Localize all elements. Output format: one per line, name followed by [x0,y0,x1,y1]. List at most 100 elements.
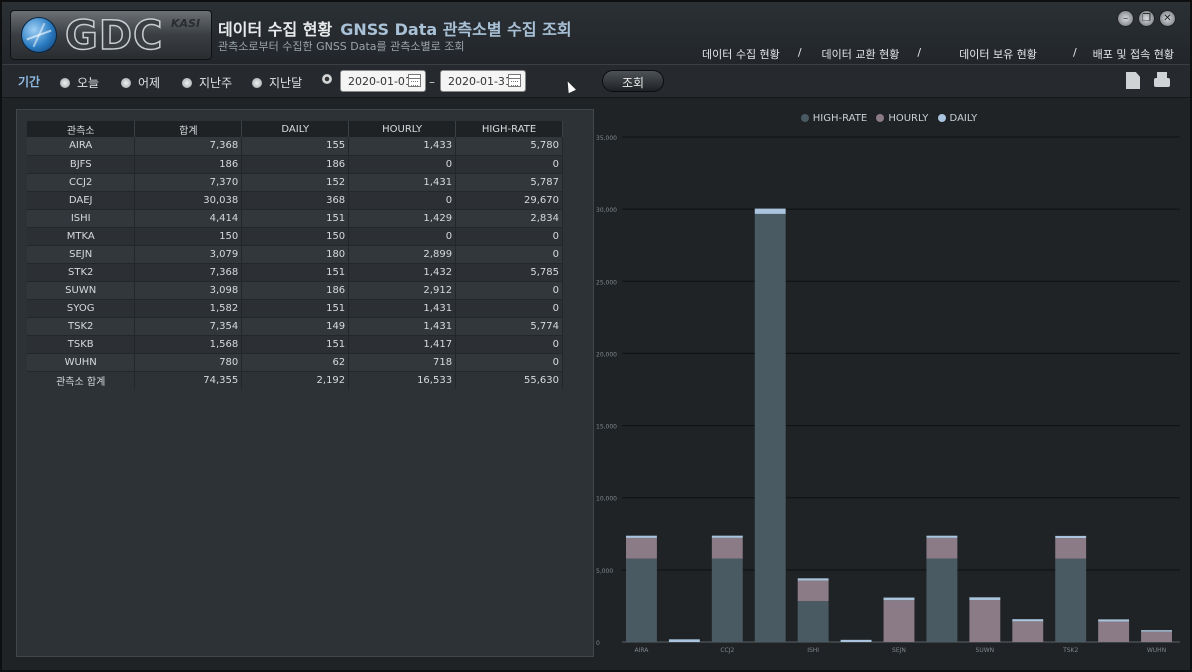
column-header-high-rate[interactable]: HIGH-RATE [455,121,563,137]
table-row[interactable]: WUHN 780 62 718 0 [27,353,563,372]
cell-station: DAEJ [27,191,136,210]
x-tick-label: SUWN [976,647,995,654]
radio-last-month[interactable]: 지난달 [252,74,302,91]
cell-total: 30,038 [134,191,243,210]
close-icon[interactable]: ✕ [1159,10,1176,27]
gdc-logo[interactable]: GDC KASI [10,10,212,60]
station-table: 관측소 합계 DAILY HOURLY HIGH-RATE AIRA 7,368 1… [27,121,563,389]
radio-last-week[interactable]: 지난주 [182,74,232,91]
radio-icon [60,77,70,88]
calendar-icon[interactable] [508,74,521,87]
bar-daily-syog [1012,619,1044,622]
table-row[interactable]: DAEJ 30,038 368 0 29,670 [27,191,563,210]
cell-total: 4,414 [134,209,243,228]
cell-total: 3,098 [134,281,243,300]
minimize-icon[interactable]: – [1117,10,1134,27]
radio-yesterday[interactable]: 어제 [121,74,160,91]
date-to-field[interactable]: 2020-01-31 [440,70,526,92]
cell-station: BJFS [27,155,136,174]
calendar-icon[interactable] [408,74,421,87]
nav-item-holdings[interactable]: 데이터 보유 현황 [959,46,1037,62]
printer-icon[interactable] [1154,72,1170,89]
cell-daily: 186 [241,281,350,300]
cell-daily: 151 [241,209,350,228]
radio-icon [121,77,131,88]
cell-high-rate: 5,780 [455,137,563,156]
table-row[interactable]: SUWN 3,098 186 2,912 0 [27,281,563,300]
radio-icon [182,77,192,88]
cell-high-rate: 2,834 [455,209,563,228]
document-export-icon[interactable] [1126,72,1140,89]
page-description: 관측소로부터 수집한 GNSS Data를 관측소별로 조회 [218,40,465,53]
nav-item-distribution[interactable]: 배포 및 접속 현황 [1093,46,1174,62]
bar-hourly-tskb [1098,621,1130,642]
bar-daily-ccj2 [711,535,743,538]
cell-daily: 151 [241,263,350,282]
y-tick-label: 35,000 [596,135,617,142]
x-tick-label: CCJ2 [720,647,734,654]
cell-station: SYOG [27,299,136,318]
table-header-row: 관측소 합계 DAILY HOURLY HIGH-RATE [27,121,563,137]
table-row[interactable]: BJFS 186 186 0 0 [27,155,563,174]
x-tick-label: TSK2 [1062,647,1078,654]
date-from-value: 2020-01-01 [348,75,412,88]
cell-daily: 180 [241,245,350,264]
nav-item-collection[interactable]: 데이터 수집 현황 [702,46,780,62]
total-cell-high-rate: 55,630 [455,371,563,389]
bar-daily-ishi [797,578,829,581]
total-cell-daily: 2,192 [241,371,350,389]
bar-high-rate-tsk2 [1055,558,1087,642]
cell-station: WUHN [27,353,136,372]
logo-text: GDC [64,12,164,60]
cell-high-rate: 29,670 [455,191,563,210]
cell-hourly: 1,433 [348,137,457,156]
cell-station: CCJ2 [27,173,136,192]
cell-station: MTKA [27,227,136,246]
cell-total: 150 [134,227,243,246]
cell-total: 7,368 [134,263,243,282]
cell-high-rate: 5,787 [455,173,563,192]
search-button[interactable]: 조회 [602,70,664,92]
column-header-station[interactable]: 관측소 [27,121,136,137]
column-header-daily[interactable]: DAILY [241,121,350,137]
column-header-total[interactable]: 합계 [134,121,243,137]
cell-hourly: 1,432 [348,263,457,282]
logo-badge: KASI [171,17,201,30]
nav-item-exchange[interactable]: 데이터 교환 현황 [822,46,900,62]
x-tick-label: ISHI [807,647,819,654]
cell-station: ISHI [27,209,136,228]
radio-selected-icon [322,74,332,84]
cell-high-rate: 0 [455,281,563,300]
table-row[interactable]: TSKB 1,568 151 1,417 0 [27,335,563,354]
bar-daily-bjfs [668,639,700,642]
table-row[interactable]: SYOG 1,582 151 1,431 0 [27,299,563,318]
y-tick-label: 0 [596,640,600,647]
x-tick-label: AIRA [634,647,649,654]
table-row[interactable]: SEJN 3,079 180 2,899 0 [27,245,563,264]
table-row[interactable]: AIRA 7,368 155 1,433 5,780 [27,137,563,156]
radio-label: 지난달 [269,76,303,90]
page-subtitle: GNSS Data 관측소별 수집 조회 [340,20,572,39]
cell-hourly: 1,431 [348,299,457,318]
radio-custom-range[interactable] [322,74,339,84]
cell-high-rate: 5,785 [455,263,563,282]
bar-daily-suwn [969,597,1001,600]
cell-total: 7,354 [134,317,243,336]
table-row[interactable]: STK2 7,368 151 1,432 5,785 [27,263,563,282]
radio-today[interactable]: 오늘 [60,74,99,91]
y-tick-label: 30,000 [596,207,617,214]
table-row[interactable]: MTKA 150 150 0 0 [27,227,563,246]
table-row[interactable]: CCJ2 7,370 152 1,431 5,787 [27,173,563,192]
table-row[interactable]: ISHI 4,414 151 1,429 2,834 [27,209,563,228]
column-header-hourly[interactable]: HOURLY [348,121,457,137]
bar-hourly-tsk2 [1055,538,1087,559]
bar-daily-tskb [1098,619,1130,622]
cell-daily: 151 [241,335,350,354]
cell-daily: 152 [241,173,350,192]
table-row[interactable]: TSK2 7,354 149 1,431 5,774 [27,317,563,336]
bar-daily-daej [754,208,786,214]
date-from-field[interactable]: 2020-01-01 [340,70,426,92]
cell-high-rate: 0 [455,353,563,372]
cell-total: 7,370 [134,173,243,192]
restore-icon[interactable]: ❐ [1138,10,1155,27]
